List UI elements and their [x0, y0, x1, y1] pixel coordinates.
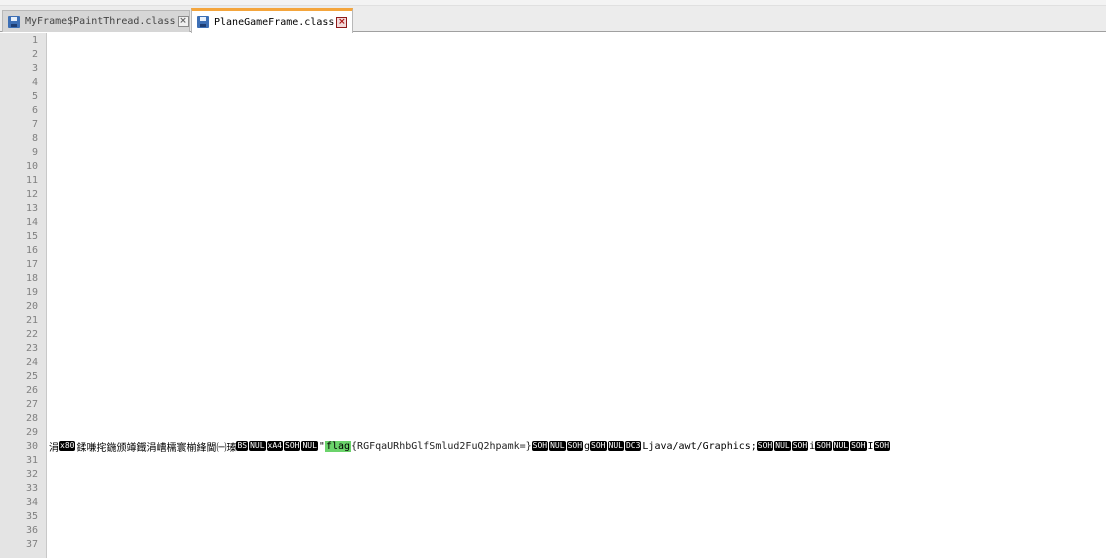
text-segment: 鍒嗛挓鍦颁竴鐡涓嶆檽寰椾綘閫㈠瑧	[76, 442, 237, 454]
tab-bar: MyFrame$PaintThread.class × PlaneGameFra…	[0, 6, 1106, 33]
tab-planegameframe[interactable]: PlaneGameFrame.class ×	[191, 8, 353, 33]
line-number: 16	[25, 245, 38, 256]
control-char-badge: SOH	[284, 441, 301, 451]
control-char-badge: NUL	[607, 441, 624, 451]
line-number: 13	[25, 203, 38, 214]
line-number: 8	[31, 133, 38, 144]
line-number: 33	[25, 483, 38, 494]
line-number-gutter: 1 2 3 4 5 6 7 8 9 10 11 12 13 14 15 16 17 18 19 20 21 22 23 24 2…	[0, 33, 47, 558]
control-char-badge: SOH	[850, 441, 867, 451]
tab-myframe-paintthread[interactable]: MyFrame$PaintThread.class ×	[2, 10, 190, 32]
control-char-badge: SOH	[756, 441, 774, 451]
line-number: 15	[25, 231, 38, 242]
control-char-badge: NUL	[832, 441, 850, 451]
line-number: 31	[25, 455, 38, 466]
line-number: 37	[25, 539, 38, 550]
text-segment: I	[867, 440, 874, 452]
control-char-badge: DC3	[624, 441, 642, 451]
flag-keyword-highlight: flag	[324, 440, 352, 452]
line-number: 14	[25, 217, 38, 228]
text-segment: 涓	[49, 442, 59, 454]
control-char-badge: NUL	[301, 441, 318, 451]
control-char-badge: x80	[59, 441, 76, 451]
line-number: 30	[25, 441, 38, 452]
line-number: 26	[25, 385, 38, 396]
close-tab-icon[interactable]: ×	[336, 16, 348, 28]
tab-label: PlaneGameFrame.class	[214, 16, 335, 28]
line-number: 1	[31, 35, 38, 46]
line-number: 27	[25, 399, 38, 410]
close-tab-icon[interactable]: ×	[177, 16, 189, 27]
save-disk-icon	[8, 15, 20, 28]
editor-area[interactable]: 1 2 3 4 5 6 7 8 9 10 11 12 13 14 15 16 17 18 19 20 21 22 23 24 2…	[0, 33, 1106, 558]
control-char-badge: NUL	[249, 441, 266, 451]
line-number: 10	[25, 161, 38, 172]
save-disk-icon	[197, 16, 209, 28]
line-number: 28	[25, 413, 38, 424]
line-number: 35	[25, 511, 38, 522]
code-line-30: 涓 x80 鍒嗛挓鍦颁竴鐡涓嶆檽寰椾綘閫㈠瑧 BS NUL xA4 SOH NU…	[49, 439, 891, 454]
control-char-badge: xA4	[266, 441, 283, 451]
line-number: 4	[31, 77, 38, 88]
line-number: 2	[31, 49, 38, 60]
control-char-badge: SOH	[531, 441, 549, 451]
control-char-badge: BS	[236, 441, 249, 451]
line-number: 17	[25, 259, 38, 270]
line-number: 7	[31, 119, 38, 130]
control-char-badge: SOH	[590, 441, 607, 451]
control-char-badge: SOH	[791, 441, 809, 451]
text-segment: Ljava/awt/Graphics;	[642, 440, 757, 452]
line-number: 9	[31, 147, 38, 158]
line-number: 3	[31, 63, 38, 74]
line-number: 29	[25, 427, 38, 438]
line-number: 36	[25, 525, 38, 536]
line-number: 19	[25, 287, 38, 298]
line-number: 6	[31, 105, 38, 116]
tab-label: MyFrame$PaintThread.class	[25, 16, 176, 27]
flag-value: {RGFqaURhbGlfSmlud2FuQ2hpamk=}	[351, 440, 532, 452]
line-number: 25	[25, 371, 38, 382]
line-number: 11	[25, 175, 38, 186]
control-char-badge: NUL	[774, 441, 791, 451]
code-view[interactable]: 涓 x80 鍒嗛挓鍦颁竴鐡涓嶆檽寰椾綘閫㈠瑧 BS NUL xA4 SOH NU…	[47, 33, 1106, 558]
line-number: 20	[25, 301, 38, 312]
control-char-badge: SOH	[815, 441, 832, 451]
line-number: 22	[25, 329, 38, 340]
line-number: 32	[25, 469, 38, 480]
line-number: 18	[25, 273, 38, 284]
line-number: 5	[31, 91, 38, 102]
control-char-badge: NUL	[549, 441, 566, 451]
line-number: 23	[25, 343, 38, 354]
line-number: 21	[25, 315, 38, 326]
line-number: 34	[25, 497, 38, 508]
line-number: 12	[25, 189, 38, 200]
control-char-badge: SOH	[873, 441, 891, 451]
line-number: 24	[25, 357, 38, 368]
control-char-badge: SOH	[566, 441, 584, 451]
